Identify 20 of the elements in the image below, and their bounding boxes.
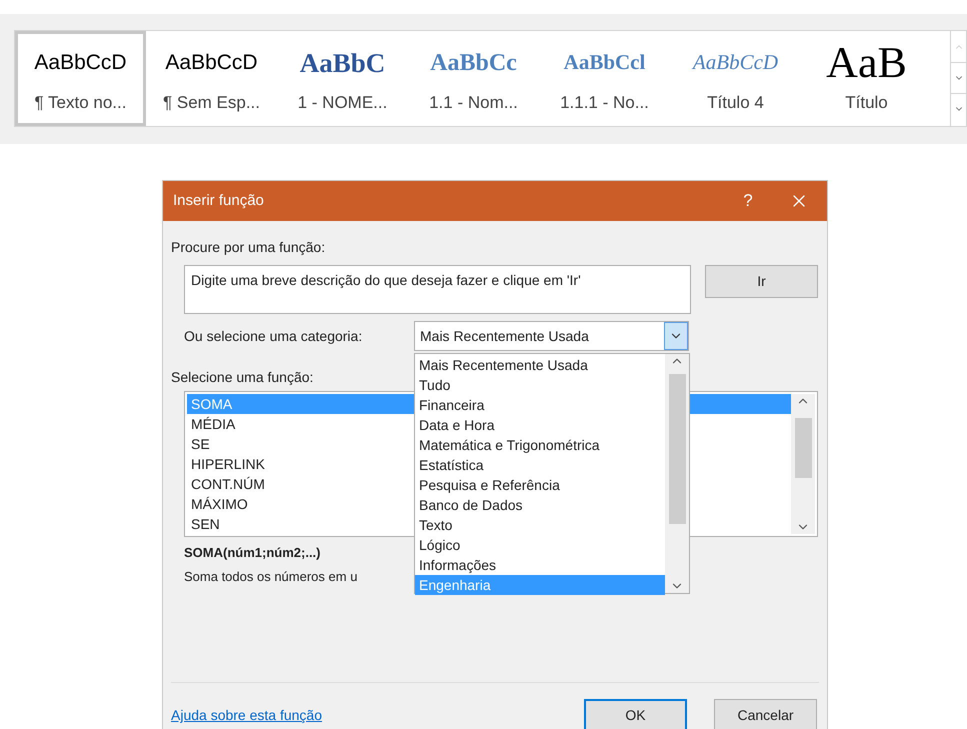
style-preview: AaBbC	[300, 46, 386, 80]
style-label: Título 4	[707, 92, 764, 114]
style-label: 1 - NOME...	[298, 92, 388, 114]
style-label: ¶ Texto no...	[34, 92, 126, 114]
category-label: Ou selecione uma categoria:	[184, 326, 364, 346]
style-preview: AaBbCcl	[564, 49, 646, 76]
style-preview: AaBbCc	[430, 49, 517, 78]
style-label: 1.1.1 - No...	[560, 92, 649, 114]
function-list-label: Selecione uma função:	[171, 368, 314, 387]
function-syntax: SOMA(núm1;núm2;...)	[184, 544, 320, 562]
style-label: 1.1 - Nom...	[429, 92, 518, 114]
function-description: Soma todos os números em u	[184, 568, 358, 586]
style-label: Título	[845, 92, 888, 114]
style-label: ¶ Sem Esp...	[163, 92, 260, 114]
window-title: Inserir função	[173, 190, 264, 211]
search-label: Procure por uma função:	[171, 238, 326, 257]
style-preview: AaBbCcD	[692, 49, 778, 76]
style-preview: AaB	[826, 40, 907, 86]
style-preview: AaBbCcD	[34, 50, 127, 76]
style-preview: AaBbCcD	[165, 50, 258, 76]
